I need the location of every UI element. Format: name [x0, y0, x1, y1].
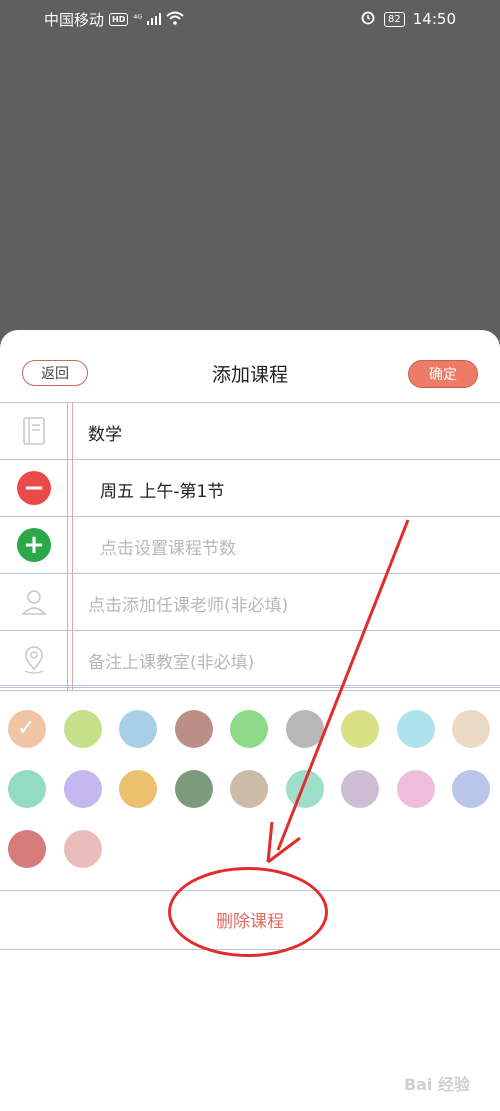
color-swatch[interactable]: [341, 710, 379, 748]
status-left: 中国移动 HD ⁴ᴳ: [44, 9, 184, 30]
watermark: Bai 经验: [403, 1075, 470, 1094]
color-swatch[interactable]: [230, 770, 268, 808]
status-bar: 中国移动 HD ⁴ᴳ 82 14:50: [0, 0, 500, 38]
divider: [0, 685, 500, 691]
color-swatch[interactable]: [285, 770, 324, 808]
carrier-label: 中国移动: [44, 11, 105, 29]
course-name-value[interactable]: 数学: [88, 420, 122, 445]
course-name-row[interactable]: 数学: [0, 403, 500, 460]
color-swatch[interactable]: [452, 710, 490, 748]
teacher-row[interactable]: 点击添加任课老师(非必填): [0, 574, 500, 631]
plus-circle-icon[interactable]: +: [17, 528, 51, 562]
color-swatch[interactable]: [285, 710, 324, 748]
clock-label: 14:50: [412, 10, 456, 28]
sheet-header: 返回 添加课程 确定: [0, 330, 500, 402]
classroom-row[interactable]: 备注上课教室(非必填): [0, 631, 500, 688]
hd-badge: HD: [109, 13, 129, 26]
color-swatch[interactable]: [452, 770, 490, 808]
classroom-placeholder[interactable]: 备注上课教室(非必填): [88, 648, 254, 673]
color-swatch[interactable]: [119, 770, 157, 808]
color-swatch[interactable]: ✓: [8, 710, 46, 748]
confirm-button[interactable]: 确定: [408, 360, 478, 388]
location-pin-icon: [17, 642, 51, 676]
wifi-icon: [166, 11, 184, 29]
alarm-icon: [360, 9, 376, 29]
schedule-row[interactable]: − 周五 上午-第1节: [0, 460, 500, 517]
battery-indicator: 82: [384, 11, 405, 27]
annotation-ellipse: [168, 867, 328, 957]
color-swatch[interactable]: [63, 830, 102, 868]
color-swatch[interactable]: [341, 770, 379, 808]
teacher-placeholder[interactable]: 点击添加任课老师(非必填): [88, 591, 288, 616]
color-swatch[interactable]: [8, 770, 46, 808]
course-form: 数学 − 周五 上午-第1节 + 点击设置课程节数 点击添加任课老师(非必填) …: [0, 402, 500, 688]
network-label: ⁴ᴳ: [133, 14, 143, 25]
add-periods-placeholder[interactable]: 点击设置课程节数: [100, 534, 236, 559]
schedule-value[interactable]: 周五 上午-第1节: [100, 477, 224, 502]
check-icon: ✓: [17, 716, 36, 741]
add-course-sheet: 返回 添加课程 确定 数学 − 周五 上午-第1节 + 点击设置课程节数 点击添…: [0, 330, 500, 1111]
color-swatch[interactable]: [174, 770, 213, 808]
add-periods-row[interactable]: + 点击设置课程节数: [0, 517, 500, 574]
person-icon: [17, 585, 51, 619]
signal-icon: [147, 11, 162, 29]
color-swatch[interactable]: [8, 830, 46, 868]
notebook-icon: [17, 414, 51, 448]
color-swatch[interactable]: [63, 770, 102, 808]
color-swatch[interactable]: [63, 710, 102, 748]
color-swatch[interactable]: [174, 710, 213, 748]
minus-circle-icon[interactable]: −: [17, 471, 51, 505]
color-swatch[interactable]: [396, 710, 435, 748]
color-swatch[interactable]: [396, 770, 435, 808]
color-swatch[interactable]: [119, 710, 157, 748]
status-right: 82 14:50: [360, 9, 456, 29]
color-swatch[interactable]: [230, 710, 268, 748]
